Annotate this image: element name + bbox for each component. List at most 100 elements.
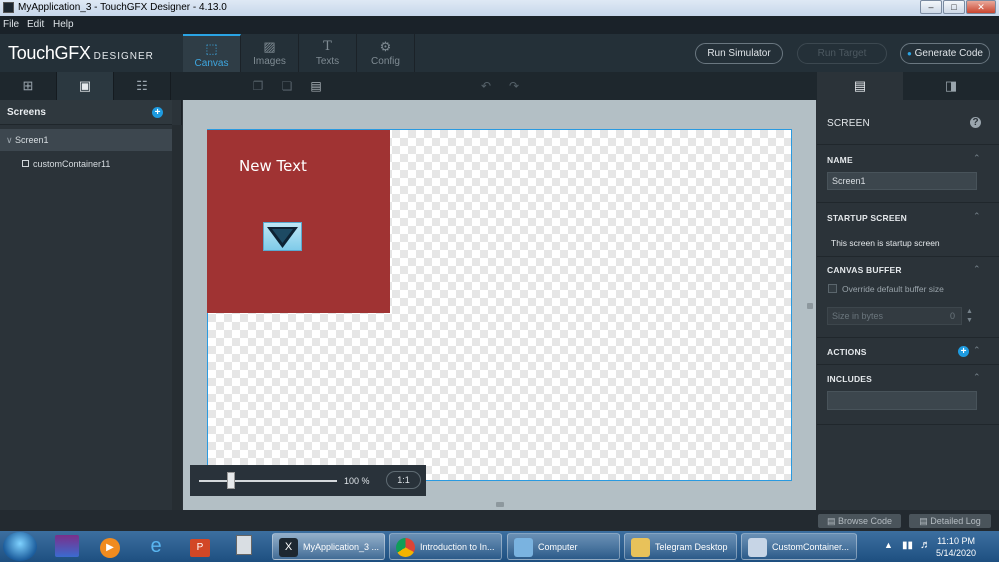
canvas-icon: ⬚ (205, 41, 218, 56)
internet-explorer-icon[interactable]: e (144, 535, 168, 557)
taskbar-chrome[interactable]: Introduction to In... (389, 533, 502, 560)
bring-forward-icon[interactable]: ❐ (249, 78, 267, 94)
add-widget-tab[interactable]: ⊞ (0, 72, 57, 100)
taskbar-touchgfx[interactable]: X MyApplication_3 ... (272, 533, 385, 560)
window-title: MyApplication_3 - TouchGFX Designer - 4.… (18, 2, 227, 13)
start-button[interactable] (3, 532, 37, 561)
media-player-icon[interactable]: ▶ (98, 535, 122, 558)
add-action-icon[interactable]: + (958, 346, 969, 357)
taskbar-computer[interactable]: Computer (507, 533, 620, 560)
folder-icon (631, 538, 650, 557)
tab-canvas[interactable]: ⬚ Canvas (183, 34, 241, 72)
minimize-button[interactable]: – (920, 0, 942, 14)
text-area-widget[interactable]: New Text (239, 157, 307, 175)
panel-header: SCREEN (827, 118, 870, 129)
tree-item-screen1[interactable]: ∨ Screen1 (0, 129, 172, 151)
add-screen-icon[interactable]: + (152, 107, 163, 118)
help-icon[interactable]: ? (970, 117, 981, 128)
window-title-bar: MyApplication_3 - TouchGFX Designer - 4.… (0, 0, 999, 16)
computer-icon (514, 538, 533, 557)
app-icon (3, 2, 14, 13)
paint-icon (748, 538, 767, 557)
override-buffer-label: Override default buffer size (842, 284, 944, 294)
zoom-slider-thumb[interactable] (227, 472, 235, 489)
sliders-icon: ☷ (136, 78, 148, 93)
calculator-icon[interactable] (232, 535, 256, 557)
name-label: NAME (827, 155, 853, 165)
triangle-down-icon (267, 227, 298, 248)
menu-file[interactable]: File (3, 16, 19, 34)
redo-icon[interactable]: ↷ (505, 78, 523, 94)
resize-handle-right[interactable] (807, 303, 813, 309)
tree-item-custom-container[interactable]: customContainer11 (0, 153, 172, 175)
screens-header: Screens (0, 100, 172, 125)
override-buffer-checkbox[interactable] (828, 284, 837, 293)
menu-help[interactable]: Help (53, 16, 74, 34)
dot-icon: ● (906, 49, 912, 58)
gears-icon: ⚙ (379, 39, 392, 54)
stepper-icon[interactable]: ▲ ▼ (966, 307, 973, 325)
actions-label: ACTIONS (827, 347, 867, 357)
undo-icon[interactable]: ↶ (477, 78, 495, 94)
close-button[interactable]: ✕ (966, 0, 996, 14)
interaction-icon: ◨ (944, 78, 958, 93)
winrar-icon[interactable] (55, 535, 79, 557)
taskbar-telegram[interactable]: Telegram Desktop (624, 533, 737, 560)
name-field[interactable]: Screen1 (827, 172, 977, 190)
group-icon[interactable]: ▤ (307, 78, 325, 94)
menu-edit[interactable]: Edit (27, 16, 44, 34)
chrome-icon (396, 538, 415, 557)
folder-icon: ▤ (826, 516, 836, 526)
zoom-slider-track[interactable] (199, 480, 337, 482)
collapse-icon[interactable]: ⌃ (973, 345, 981, 356)
container-icon (22, 160, 29, 167)
divider (817, 424, 999, 425)
zoom-reset-button[interactable]: 1:1 (386, 471, 421, 489)
tree-view-tab[interactable]: ▣ (57, 72, 114, 100)
run-target-button[interactable]: Run Target (797, 43, 887, 64)
button-widget[interactable] (263, 222, 302, 251)
startup-label: STARTUP SCREEN (827, 213, 907, 223)
collapse-icon[interactable]: ⌃ (973, 211, 981, 222)
touchgfx-logo: TouchGFX DESIGNER (8, 43, 154, 63)
taskbar-paint[interactable]: CustomContainer... (741, 533, 857, 560)
interactions-tab[interactable]: ◨ (903, 72, 999, 100)
includes-label: INCLUDES (827, 374, 873, 384)
powerpoint-icon[interactable]: P (188, 535, 212, 557)
add-box-icon: ⊞ (22, 78, 34, 93)
collapse-icon[interactable]: ⌃ (973, 153, 981, 164)
volume-icon[interactable]: ♬ (920, 539, 931, 551)
detailed-log-button[interactable]: ▤ Detailed Log (909, 514, 991, 528)
zoom-value: 100 % (344, 476, 370, 486)
generate-code-button[interactable]: ● Generate Code (900, 43, 990, 64)
network-icon[interactable]: ▮▮ (902, 540, 913, 551)
left-scrollbar[interactable] (172, 125, 182, 510)
properties-tab[interactable]: ☷ (114, 72, 171, 100)
buffer-size-field[interactable]: Size in bytes 0 (827, 307, 962, 325)
select-icon: ▣ (78, 78, 92, 93)
system-clock[interactable]: 11:10 PM 5/14/2020 (936, 535, 976, 559)
send-backward-icon[interactable]: ❏ (278, 78, 296, 94)
tray-expand-icon[interactable]: ▲ (884, 540, 893, 550)
startup-text: This screen is startup screen (831, 238, 940, 248)
menu-bar: File Edit Help (0, 16, 999, 34)
tab-config[interactable]: ⚙ Config (357, 34, 415, 72)
screens-panel: Screens + ∨ Screen1 customContainer11 (0, 100, 182, 510)
buffer-label: CANVAS BUFFER (827, 265, 902, 275)
top-toolbar: TouchGFX DESIGNER ⬚ Canvas ▨ Images T Texts … (0, 34, 999, 72)
tab-texts[interactable]: T Texts (299, 34, 357, 72)
maximize-button[interactable]: □ (943, 0, 965, 14)
image-icon: ▨ (263, 39, 276, 54)
screen-properties-tab[interactable]: ▤ (817, 72, 903, 100)
log-icon: ▤ (919, 516, 928, 526)
text-icon: T (323, 39, 332, 54)
resize-handle-bottom[interactable] (496, 502, 504, 507)
touchgfx-app-icon: X (279, 538, 298, 557)
collapse-icon[interactable]: ⌃ (973, 372, 981, 383)
tab-images[interactable]: ▨ Images (241, 34, 299, 72)
run-simulator-button[interactable]: Run Simulator (695, 43, 783, 64)
includes-field[interactable] (827, 391, 977, 410)
browse-code-button[interactable]: ▤ Browse Code (818, 514, 901, 528)
chevron-down-icon[interactable]: ∨ (6, 129, 13, 151)
collapse-icon[interactable]: ⌃ (973, 264, 981, 275)
